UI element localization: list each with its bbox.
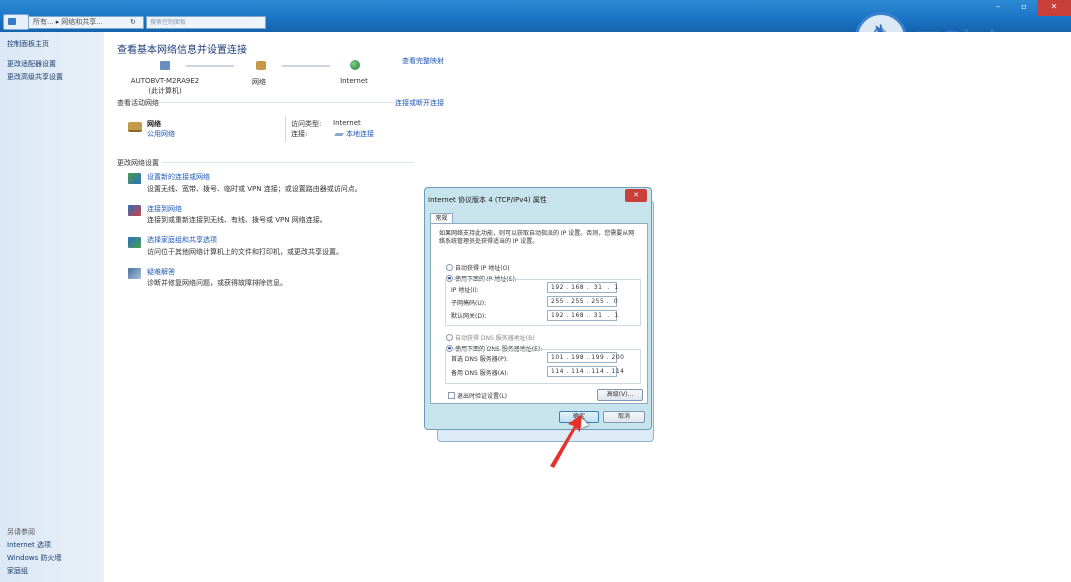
subnet-mask-field[interactable]: 255 . 255 . 255 . 0 bbox=[547, 296, 618, 307]
network-bench-icon bbox=[128, 122, 142, 132]
task-troubleshoot-link[interactable]: 疑难解答 bbox=[147, 267, 175, 277]
auto-ip-radio[interactable]: 自动获得 IP 地址(O) bbox=[446, 263, 510, 272]
search-input[interactable]: 搜索控制面板 bbox=[146, 16, 266, 29]
advanced-button[interactable]: 高级(V)... bbox=[597, 389, 643, 401]
change-settings-heading: 更改网络设置 bbox=[117, 159, 159, 167]
connect-disconnect-link[interactable]: 连接或断开连接 bbox=[395, 98, 444, 108]
sidebar: 控制面板主页 更改适配器设置 更改高级共享设置 另请参阅 Internet 选项… bbox=[0, 32, 104, 582]
auto-dns-radio[interactable]: 自动获得 DNS 服务器地址(B) bbox=[446, 333, 535, 342]
validate-on-exit-checkbox[interactable]: 退出时验证设置(L) bbox=[448, 391, 507, 400]
cancel-button[interactable]: 取消 bbox=[603, 411, 645, 423]
ip-address-label: IP 地址(I): bbox=[451, 287, 479, 294]
divider bbox=[285, 116, 286, 142]
local-connection-link[interactable]: 本地连接 bbox=[335, 129, 374, 139]
globe-icon bbox=[350, 60, 360, 70]
full-map-link[interactable]: 查看完整映射 bbox=[402, 56, 444, 66]
control-panel-icon[interactable] bbox=[3, 14, 29, 30]
dialog-title: Internet 协议版本 4 (TCP/IPv4) 属性 bbox=[428, 196, 547, 204]
sidebar-item-internet-options[interactable]: Internet 选项 bbox=[7, 540, 51, 550]
computer-name: AUTOBVT-M2RA9E2 bbox=[130, 77, 200, 85]
map-network-label: 网络 bbox=[252, 78, 266, 86]
sidebar-item-home[interactable]: 控制面板主页 bbox=[7, 39, 49, 49]
task-description: 访问位于其他网络计算机上的文件和打印机，或更改共享设置。 bbox=[147, 248, 343, 256]
gateway-field[interactable]: 192 . 168 . 31 . 1 bbox=[547, 310, 618, 321]
computer-subtitle: (此计算机) bbox=[148, 87, 182, 95]
dialog-close-button[interactable]: ✕ bbox=[625, 189, 647, 202]
new-connection-icon bbox=[128, 173, 141, 184]
access-type-value: Internet bbox=[333, 119, 361, 127]
network-name: 网络 bbox=[147, 120, 161, 128]
preferred-dns-label: 首选 DNS 服务器(P): bbox=[451, 356, 509, 363]
page-title: 查看基本网络信息并设置连接 bbox=[117, 45, 247, 56]
task-description: 连接到或重新连接到无线、有线、拨号或 VPN 网络连接。 bbox=[147, 216, 327, 224]
dialog-description: 如果网络支持此功能，则可以获取自动指派的 IP 设置。否则，您需要从网络系统管理… bbox=[439, 230, 635, 245]
task-description: 设置无线、宽带、拨号、临时或 VPN 连接；或设置路由器或访问点。 bbox=[147, 185, 362, 193]
task-homegroup-link[interactable]: 选择家庭组和共享选项 bbox=[147, 235, 217, 245]
alternate-dns-label: 备用 DNS 服务器(A): bbox=[451, 370, 509, 377]
homegroup-icon bbox=[128, 237, 141, 248]
address-bar[interactable]: 所有... ▸ 网络和共享... bbox=[28, 16, 144, 29]
preferred-dns-field[interactable]: 101 . 198 . 199 . 200 bbox=[547, 352, 624, 363]
network-type-link[interactable]: 公用网络 bbox=[147, 129, 175, 139]
gateway-label: 默认网关(D): bbox=[451, 313, 487, 320]
task-description: 诊断并修复网络问题，或获得故障排除信息。 bbox=[147, 279, 287, 287]
connect-network-icon bbox=[128, 205, 141, 216]
troubleshoot-icon bbox=[128, 268, 141, 279]
map-connector bbox=[282, 65, 330, 67]
refresh-icon[interactable]: ↻ bbox=[130, 18, 136, 26]
access-type-label: 访问类型: bbox=[291, 120, 322, 128]
sidebar-item-advanced-sharing[interactable]: 更改高级共享设置 bbox=[7, 72, 63, 82]
active-networks-heading: 查看活动网络 bbox=[117, 99, 159, 107]
map-connector bbox=[186, 65, 234, 67]
red-arrow-icon bbox=[550, 414, 582, 468]
alternate-dns-field[interactable]: 114 . 114 . 114 . 114 bbox=[547, 366, 624, 377]
sidebar-item-homegroup[interactable]: 家庭组 bbox=[7, 566, 28, 576]
dialog-body: 如果网络支持此功能，则可以获取自动指派的 IP 设置。否则，您需要从网络系统管理… bbox=[430, 223, 648, 404]
breadcrumb-all[interactable]: 所有... bbox=[33, 18, 54, 26]
divider bbox=[162, 162, 414, 163]
breadcrumb-network[interactable]: 网络和共享... bbox=[61, 18, 103, 26]
network-bench-icon bbox=[256, 61, 266, 70]
map-internet-label: Internet bbox=[340, 77, 368, 85]
ip-address-field[interactable]: 192 . 168 . 31 . 1 bbox=[547, 282, 618, 293]
subnet-mask-label: 子网掩码(U): bbox=[451, 300, 487, 307]
ipv4-properties-dialog: Internet 协议版本 4 (TCP/IPv4) 属性 ✕ 常规 如果网络支… bbox=[424, 187, 652, 430]
task-new-connection-link[interactable]: 设置新的连接或网络 bbox=[147, 172, 210, 182]
connection-label: 连接: bbox=[291, 130, 308, 138]
sidebar-item-adapter[interactable]: 更改适配器设置 bbox=[7, 59, 56, 69]
see-also-heading: 另请参阅 bbox=[7, 528, 35, 536]
divider bbox=[158, 102, 394, 103]
task-connect-link[interactable]: 连接到网络 bbox=[147, 204, 182, 214]
computer-icon bbox=[160, 61, 170, 70]
sidebar-item-firewall[interactable]: Windows 防火墙 bbox=[7, 553, 61, 563]
